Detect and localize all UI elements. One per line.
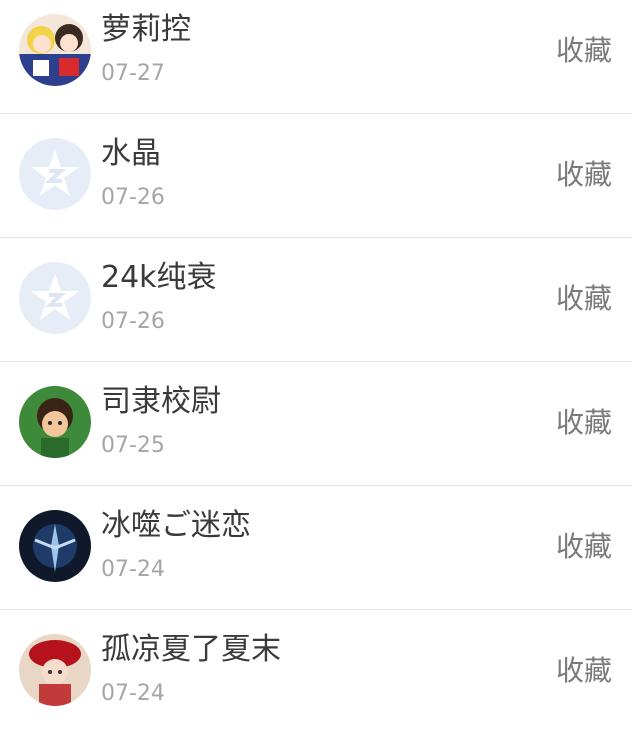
avatar[interactable] (19, 510, 91, 582)
favorite-button[interactable]: 收藏 (556, 282, 612, 316)
avatar[interactable] (19, 14, 91, 86)
dark-warrior-avatar-icon (19, 510, 91, 582)
date-label: 07-26 (101, 185, 165, 210)
favorites-list: 萝莉控 07-27 收藏 水晶 07-26 收藏 24k纯衰 07-26 收藏 (0, 0, 632, 734)
default-qq-avatar-icon (19, 138, 91, 210)
anime-girls-avatar-icon (19, 14, 91, 86)
date-label: 07-26 (101, 309, 165, 334)
list-item[interactable]: 孤凉夏了夏末 07-24 收藏 (0, 610, 632, 734)
date-label: 07-25 (101, 433, 165, 458)
favorite-button[interactable]: 收藏 (556, 406, 612, 440)
list-item[interactable]: 冰噬ご迷恋 07-24 收藏 (0, 486, 632, 610)
contact-name: 24k纯衰 (101, 260, 217, 295)
avatar[interactable] (19, 262, 91, 334)
favorite-button[interactable]: 收藏 (556, 34, 612, 68)
contact-name: 司隶校尉 (101, 384, 221, 419)
contact-name: 孤凉夏了夏末 (101, 632, 281, 667)
red-hat-girl-avatar-icon (19, 634, 91, 706)
cartoon-warrior-avatar-icon (19, 386, 91, 458)
avatar[interactable] (19, 138, 91, 210)
favorite-button[interactable]: 收藏 (556, 530, 612, 564)
list-item[interactable]: 司隶校尉 07-25 收藏 (0, 362, 632, 486)
contact-name: 水晶 (101, 136, 161, 171)
date-label: 07-24 (101, 557, 165, 582)
contact-name: 冰噬ご迷恋 (101, 508, 251, 543)
avatar[interactable] (19, 386, 91, 458)
contact-name: 萝莉控 (101, 12, 191, 47)
favorite-button[interactable]: 收藏 (556, 158, 612, 192)
list-item[interactable]: 水晶 07-26 收藏 (0, 114, 632, 238)
favorite-button[interactable]: 收藏 (556, 654, 612, 688)
list-item[interactable]: 24k纯衰 07-26 收藏 (0, 238, 632, 362)
date-label: 07-27 (101, 61, 165, 86)
default-qq-avatar-icon (19, 262, 91, 334)
date-label: 07-24 (101, 681, 165, 706)
avatar[interactable] (19, 634, 91, 706)
list-item[interactable]: 萝莉控 07-27 收藏 (0, 0, 632, 114)
